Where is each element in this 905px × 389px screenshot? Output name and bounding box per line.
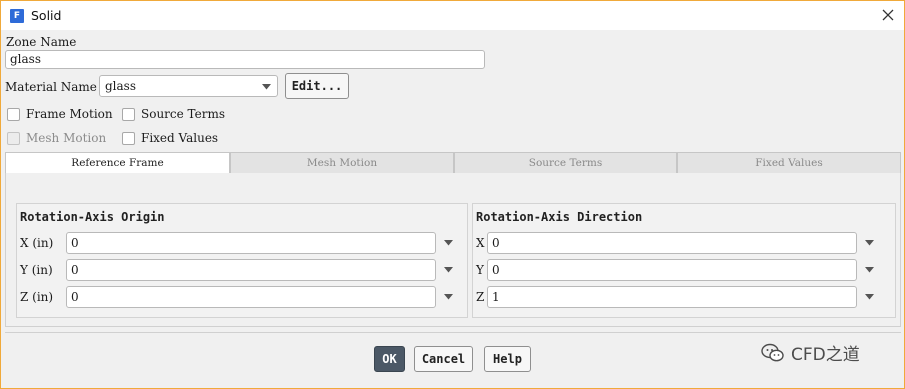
direction-x-label: X <box>476 236 485 250</box>
direction-z-row: Z 1 <box>476 286 874 308</box>
origin-y-label: Y (in) <box>20 263 53 277</box>
chevron-down-icon <box>443 267 453 273</box>
origin-x-units-dropdown[interactable] <box>443 240 453 246</box>
direction-y-row: Y 0 <box>476 259 874 281</box>
origin-y-row: Y (in) 0 <box>20 259 453 281</box>
checkbox-box <box>7 131 20 145</box>
checkbox-box[interactable] <box>7 107 20 121</box>
direction-z-label: Z <box>476 290 485 304</box>
origin-x-input[interactable]: 0 <box>66 232 436 254</box>
watermark: CFD之道 <box>761 340 860 365</box>
chevron-down-icon <box>262 84 271 90</box>
title-bar[interactable]: F Solid <box>1 1 904 30</box>
tab-source-terms[interactable]: Source Terms <box>454 152 677 174</box>
origin-x-label: X (in) <box>20 236 54 250</box>
origin-z-units-dropdown[interactable] <box>443 294 453 300</box>
direction-y-label: Y <box>476 263 484 277</box>
help-button[interactable]: Help <box>484 346 531 372</box>
tab-reference-frame[interactable]: Reference Frame <box>5 152 230 174</box>
rotation-axis-direction-group: Rotation-Axis Direction X 0 Y 0 Z 1 <box>472 203 896 318</box>
direction-y-input[interactable]: 0 <box>487 259 857 281</box>
chevron-down-icon <box>864 267 874 273</box>
direction-x-dropdown[interactable] <box>864 240 874 246</box>
tab-mesh-motion[interactable]: Mesh Motion <box>230 152 454 174</box>
fixed-values-label: Fixed Values <box>141 131 219 145</box>
reference-frame-panel: Rotation-Axis Origin X (in) 0 Y (in) 0 Z… <box>5 173 901 327</box>
chevron-down-icon <box>864 240 874 246</box>
frame-motion-checkbox[interactable]: Frame Motion <box>7 107 113 121</box>
chevron-down-icon <box>443 240 453 246</box>
checkbox-box[interactable] <box>122 107 135 121</box>
footer-separator <box>5 332 901 333</box>
mesh-motion-checkbox: Mesh Motion <box>7 131 106 145</box>
origin-y-units-dropdown[interactable] <box>443 267 453 273</box>
checkbox-box[interactable] <box>122 131 135 145</box>
zone-name-input[interactable]: glass <box>5 50 485 69</box>
direction-x-input[interactable]: 0 <box>487 232 857 254</box>
origin-z-row: Z (in) 0 <box>20 286 453 308</box>
edit-material-button[interactable]: Edit... <box>285 73 349 99</box>
frame-motion-label: Frame Motion <box>26 107 113 121</box>
rotation-axis-direction-title: Rotation-Axis Direction <box>476 210 643 224</box>
origin-z-label: Z (in) <box>20 290 54 304</box>
direction-z-input[interactable]: 1 <box>487 286 857 308</box>
wechat-icon <box>761 343 784 361</box>
zone-name-label: Zone Name <box>6 35 77 49</box>
rotation-axis-origin-title: Rotation-Axis Origin <box>20 210 165 224</box>
material-name-label: Material Name <box>5 80 97 94</box>
watermark-text: CFD之道 <box>791 345 860 365</box>
chevron-down-icon <box>443 294 453 300</box>
tab-bar: Reference Frame Mesh Motion Source Terms… <box>5 152 901 174</box>
window-title: Solid <box>31 8 62 23</box>
mesh-motion-label: Mesh Motion <box>26 131 107 145</box>
rotation-axis-origin-group: Rotation-Axis Origin X (in) 0 Y (in) 0 Z… <box>16 203 468 318</box>
dialog-body: Zone Name glass Material Name glass Edit… <box>1 30 904 388</box>
source-terms-label: Source Terms <box>141 107 225 121</box>
direction-z-dropdown[interactable] <box>864 294 874 300</box>
tab-fixed-values[interactable]: Fixed Values <box>677 152 901 174</box>
direction-x-row: X 0 <box>476 232 874 254</box>
close-button[interactable] <box>880 7 896 23</box>
app-icon: F <box>10 8 24 23</box>
close-icon <box>882 9 894 21</box>
origin-z-input[interactable]: 0 <box>66 286 436 308</box>
material-select[interactable]: glass <box>99 75 278 97</box>
origin-x-row: X (in) 0 <box>20 232 453 254</box>
fixed-values-checkbox[interactable]: Fixed Values <box>122 131 218 145</box>
cancel-button[interactable]: Cancel <box>414 346 473 372</box>
origin-y-input[interactable]: 0 <box>66 259 436 281</box>
ok-button[interactable]: OK <box>374 346 405 372</box>
material-select-value: glass <box>105 79 136 93</box>
direction-y-dropdown[interactable] <box>864 267 874 273</box>
source-terms-checkbox[interactable]: Source Terms <box>122 107 225 121</box>
chevron-down-icon <box>864 294 874 300</box>
